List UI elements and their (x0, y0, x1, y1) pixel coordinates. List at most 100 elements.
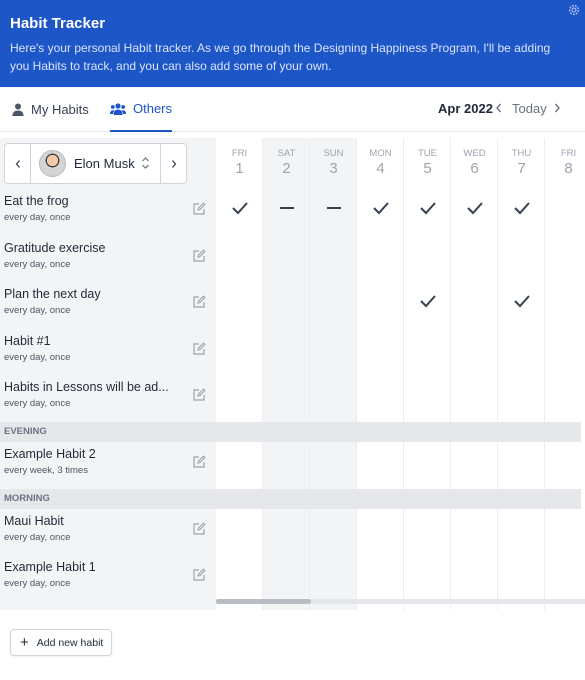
empty-cell[interactable] (357, 292, 404, 310)
empty-cell[interactable] (310, 385, 357, 403)
edit-icon[interactable] (192, 295, 206, 309)
habit-row[interactable]: Maui Habit every day, once (0, 510, 216, 557)
habit-row[interactable]: Habit #1 every day, once (0, 330, 216, 377)
empty-cell[interactable] (404, 246, 451, 264)
prev-user-button[interactable] (5, 144, 31, 183)
empty-cell[interactable] (263, 246, 310, 264)
habit-name: Habit #1 (4, 333, 51, 348)
empty-cell[interactable] (404, 519, 451, 537)
check-cell[interactable] (404, 199, 451, 217)
empty-cell[interactable] (451, 565, 498, 583)
empty-cell[interactable] (545, 199, 585, 217)
check-cell[interactable] (216, 199, 263, 217)
skip-cell[interactable] (310, 199, 357, 217)
chevron-left-icon[interactable] (494, 102, 504, 114)
empty-cell[interactable] (498, 565, 545, 583)
habit-row[interactable]: Habits in Lessons will be ad... every day… (0, 376, 216, 423)
empty-cell[interactable] (216, 339, 263, 357)
next-user-button[interactable] (160, 144, 186, 183)
edit-icon[interactable] (192, 342, 206, 356)
empty-cell[interactable] (545, 565, 585, 583)
check-cell[interactable] (357, 199, 404, 217)
empty-cell[interactable] (357, 246, 404, 264)
add-new-habit-button[interactable]: + Add new habit (10, 629, 112, 656)
empty-cell[interactable] (263, 519, 310, 537)
empty-cell[interactable] (216, 385, 263, 403)
gear-icon[interactable] (567, 3, 581, 17)
user-selector[interactable]: Elon Musk (4, 143, 187, 184)
empty-cell[interactable] (216, 452, 263, 470)
chevron-right-icon[interactable] (552, 102, 562, 114)
edit-icon[interactable] (192, 388, 206, 402)
edit-icon[interactable] (192, 455, 206, 469)
user-select-box[interactable]: Elon Musk (31, 144, 160, 183)
empty-cell[interactable] (263, 452, 310, 470)
habit-row[interactable]: Example Habit 2 every week, 3 times (0, 443, 216, 490)
empty-cell[interactable] (451, 385, 498, 403)
empty-cell[interactable] (451, 292, 498, 310)
empty-cell[interactable] (545, 519, 585, 537)
checkmark-icon (231, 202, 248, 215)
empty-cell[interactable] (310, 565, 357, 583)
empty-cell[interactable] (545, 339, 585, 357)
empty-cell[interactable] (545, 385, 585, 403)
empty-cell[interactable] (498, 519, 545, 537)
check-cell[interactable] (498, 292, 545, 310)
check-cell[interactable] (451, 199, 498, 217)
empty-cell[interactable] (310, 519, 357, 537)
empty-cell[interactable] (451, 452, 498, 470)
check-cell[interactable] (404, 292, 451, 310)
user-icon (12, 103, 24, 116)
habit-row[interactable]: Plan the next day every day, once (0, 283, 216, 330)
edit-icon[interactable] (192, 248, 206, 263)
empty-cell[interactable] (263, 385, 310, 403)
empty-cell[interactable] (310, 246, 357, 264)
empty-cell[interactable] (357, 565, 404, 583)
empty-cell[interactable] (451, 519, 498, 537)
check-cell[interactable] (498, 199, 545, 217)
empty-cell[interactable] (263, 339, 310, 357)
tab-others[interactable]: Others (110, 87, 172, 132)
empty-cell[interactable] (216, 246, 263, 264)
empty-cell[interactable] (498, 452, 545, 470)
skip-cell[interactable] (263, 199, 310, 217)
empty-cell[interactable] (357, 452, 404, 470)
empty-cell[interactable] (451, 339, 498, 357)
empty-cell[interactable] (357, 339, 404, 357)
empty-cell[interactable] (357, 519, 404, 537)
habit-row[interactable]: Example Habit 1 every day, once (0, 556, 216, 603)
empty-cell[interactable] (310, 452, 357, 470)
empty-cell[interactable] (404, 385, 451, 403)
empty-cell[interactable] (451, 246, 498, 264)
scrollbar-thumb[interactable] (216, 599, 311, 604)
empty-cell[interactable] (310, 292, 357, 310)
habit-name: Plan the next day (4, 287, 101, 302)
empty-cell[interactable] (545, 246, 585, 264)
edit-icon[interactable] (192, 202, 206, 216)
empty-cell[interactable] (498, 246, 545, 264)
edit-icon[interactable] (192, 568, 206, 582)
empty-cell[interactable] (216, 565, 263, 583)
day-number: 7 (517, 160, 526, 177)
empty-cell[interactable] (545, 292, 585, 310)
empty-cell[interactable] (263, 292, 310, 310)
empty-cell[interactable] (216, 292, 263, 310)
edit-icon[interactable] (192, 521, 206, 536)
habit-row[interactable]: Eat the frog every day, once (0, 190, 216, 237)
tab-my-habits[interactable]: My Habits (12, 87, 89, 132)
empty-cell[interactable] (498, 385, 545, 403)
today-button[interactable]: Today (512, 101, 547, 116)
habit-frequency: every day, once (4, 258, 71, 270)
empty-cell[interactable] (545, 452, 585, 470)
empty-cell[interactable] (310, 339, 357, 357)
empty-cell[interactable] (357, 385, 404, 403)
habit-row[interactable]: Gratitude exercise every day, once (0, 237, 216, 284)
empty-cell[interactable] (263, 565, 310, 583)
habit-name: Eat the frog (4, 194, 69, 208)
chevron-right-icon (171, 159, 176, 168)
empty-cell[interactable] (404, 565, 451, 583)
empty-cell[interactable] (404, 452, 451, 470)
empty-cell[interactable] (216, 519, 263, 537)
empty-cell[interactable] (498, 339, 545, 357)
empty-cell[interactable] (404, 339, 451, 357)
